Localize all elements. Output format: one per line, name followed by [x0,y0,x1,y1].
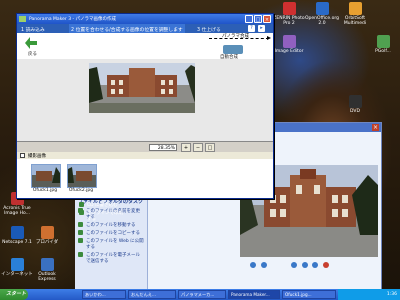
desktop-icon-dvd[interactable]: DVD [338,95,372,114]
app-icon [10,258,24,271]
app-icon [40,258,54,271]
task-copy[interactable]: このファイルをコピーする [75,229,147,237]
panorama-image [89,63,195,113]
taskbar-item-active[interactable]: Panorama Maker... [228,290,280,299]
back-arrow-icon[interactable] [25,37,37,49]
task-print-online[interactable]: オンラインで印刷する [76,209,130,223]
step-2[interactable]: 2 位置を合わせる/合成する画像の位置を調整します [69,24,185,33]
zoom-icon[interactable] [291,262,298,268]
taskbar-item[interactable]: パノラマメーカ... [178,290,226,299]
prev-image-icon[interactable] [250,262,256,268]
panorama-maker-window: Panorama Maker 3 - パノラマ画像の作成 _ □ × 1 読み込… [16,13,274,199]
task-publish[interactable]: このファイルを Web に公開する [75,237,147,251]
panorama-preview[interactable] [17,59,273,141]
app-icon [282,2,296,15]
clock[interactable]: 1:36 [387,289,397,300]
desktop-icon-internet[interactable]: インターネット [0,258,34,277]
desktop-icon-netscape[interactable]: Netscape 7.1 [0,226,34,245]
desktop-icon-image-editor[interactable]: Image Editor [272,35,306,54]
desktop-icon-label: ZENRIN Photo Pro 2 [273,16,305,26]
viewer-nav-buttons [250,262,370,272]
window-titlebar[interactable]: Panorama Maker 3 - パノラマ画像の作成 _ □ × [17,14,273,24]
photo-filename: Ofuck1.jpg [32,188,58,193]
photo-thumbnail[interactable] [31,164,61,188]
section-checkbox[interactable] [20,153,25,158]
desktop-icon-zenrin[interactable]: ZENRIN Photo Pro 2 [272,2,306,26]
section-header: 撮影画像 [17,152,273,159]
app-icon [10,226,24,239]
desktop-icon-pgolf[interactable]: PGolf... [366,35,400,54]
desktop-icon-openoffice[interactable]: OpenOffice.org 2.0 [305,2,339,26]
desktop-icon-label: Netscape 7.1 [2,240,32,245]
taskbar-item[interactable]: あいかわ... [82,290,126,299]
desktop-icon-label: OrbitSoft Multimedi [343,16,367,26]
photo-thumbnail[interactable] [67,164,97,188]
task-email[interactable]: このファイルを電子メールで送信する [75,251,147,265]
next-image-icon[interactable] [260,262,267,268]
desktop-icon-label: プロバイダ [35,240,59,245]
source-images-section: 撮影画像 Ofuck1.jpg Ofuck2.jpg [17,152,273,198]
step-bar: 1 読み込み 2 位置を合わせる/合成する画像の位置を調整します 3 仕上げる … [17,24,273,33]
system-tray: 1:36 [338,289,400,300]
auto-stitch-icon[interactable] [223,45,243,54]
zoom-fit-button[interactable]: □ [205,143,215,152]
zoom-field[interactable]: 28.35% [149,144,177,151]
taskbar: スタート あいかわ... おんだんえ... パノラマメーカ... Panoram… [0,289,400,300]
info-icon[interactable]: ▸ [258,25,265,32]
taskbar-item[interactable]: Ofuck1.jpg... [282,290,336,299]
desktop-icon-label: Image Editor [274,49,304,54]
task-burn-cd[interactable]: CD に書き込む [76,201,130,209]
app-icon [376,35,390,48]
desktop-icon-label: DVD [350,109,360,114]
close-button[interactable]: × [263,15,271,23]
desktop-icon-label: PGolf... [375,49,391,54]
zoom-in-button[interactable]: + [181,143,191,152]
desktop-icon-provider[interactable]: プロバイダ [30,226,64,245]
step-3[interactable]: 3 仕上げる [197,26,221,33]
back-label[interactable]: 戻る [28,51,37,57]
desktop-icon-label: Outlook Express [38,272,56,282]
window-title: Panorama Maker 3 - パノラマ画像の作成 [29,17,117,22]
rotate-icon[interactable] [301,262,308,268]
desktop-icon-label: OpenOffice.org 2.0 [305,16,339,26]
left-tasks: CD に書き込む オンラインで印刷する [76,201,130,223]
step-1[interactable]: 1 読み込み [21,26,45,33]
start-button[interactable]: スタート [0,289,28,300]
app-icon [348,95,362,108]
zoom-out-button[interactable]: − [193,143,203,152]
app-icon [315,2,329,15]
taskbar-item[interactable]: おんだんえ... [128,290,176,299]
desktop-icon-orbitsoft[interactable]: OrbitSoft Multimedi [338,2,372,26]
desktop-icon-label: インターネット [1,272,33,277]
nav-area: 戻る パノラマ合成 自動合成 [17,33,273,60]
photo-filename: Ofuck2.jpg [68,188,94,193]
minimize-button[interactable]: _ [245,15,253,23]
app-icon [19,16,26,22]
maximize-button[interactable]: □ [254,15,262,23]
help-icon[interactable]: ? [248,25,255,32]
desktop-icon-label: Acronis True Image Ho... [3,206,31,216]
app-icon [40,226,54,239]
delete-icon[interactable] [322,262,329,268]
close-icon[interactable]: × [372,124,379,131]
desktop-icon-outlook[interactable]: Outlook Express [30,258,64,282]
next-step-label: パノラマ合成 [222,34,249,39]
app-icon [348,2,362,15]
app-icon [282,35,296,48]
rotate-ccw-icon[interactable] [312,262,319,268]
section-label: 撮影画像 [28,154,46,159]
